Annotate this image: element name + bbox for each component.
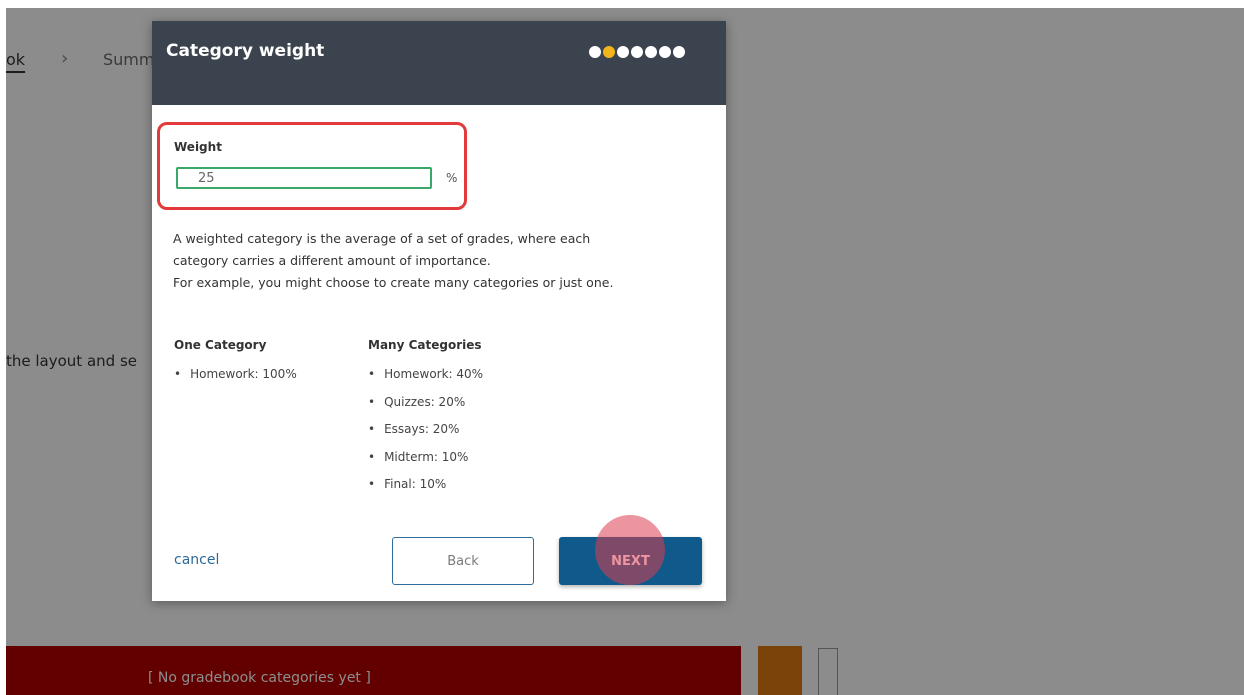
step-dot-active (603, 46, 615, 58)
step-dot (617, 46, 629, 58)
dialog-title: Category weight (166, 41, 325, 61)
step-dot (659, 46, 671, 58)
next-button[interactable]: NEXT (559, 537, 702, 585)
weight-label: Weight (174, 140, 222, 154)
description-line: A weighted category is the average of a … (173, 231, 591, 246)
cancel-link[interactable]: cancel (174, 552, 219, 568)
many-categories-list: Homework: 40% Quizzes: 20% Essays: 20% M… (368, 367, 483, 505)
step-dot (673, 46, 685, 58)
weight-highlight-box (157, 122, 467, 210)
list-item: Midterm: 10% (368, 450, 483, 478)
back-button[interactable]: Back (392, 537, 534, 585)
list-item: Quizzes: 20% (368, 395, 483, 423)
category-weight-dialog: Category weight Weight % A weighted cate… (152, 21, 726, 601)
one-category-heading: One Category (174, 338, 267, 352)
step-dot (631, 46, 643, 58)
list-item: Final: 10% (368, 477, 483, 505)
weight-description: A weighted category is the average of a … (173, 228, 693, 294)
many-categories-heading: Many Categories (368, 338, 482, 352)
step-dot (589, 46, 601, 58)
dialog-header: Category weight (152, 21, 726, 105)
list-item: Homework: 40% (368, 367, 483, 395)
step-dot (645, 46, 657, 58)
percent-unit: % (446, 171, 458, 185)
description-line: category carries a different amount of i… (173, 253, 491, 268)
list-item: Essays: 20% (368, 422, 483, 450)
weight-input[interactable] (176, 167, 432, 189)
list-item: Homework: 100% (174, 367, 297, 395)
step-progress-dots (589, 46, 685, 58)
one-category-list: Homework: 100% (174, 367, 297, 395)
description-line: For example, you might choose to create … (173, 275, 614, 290)
